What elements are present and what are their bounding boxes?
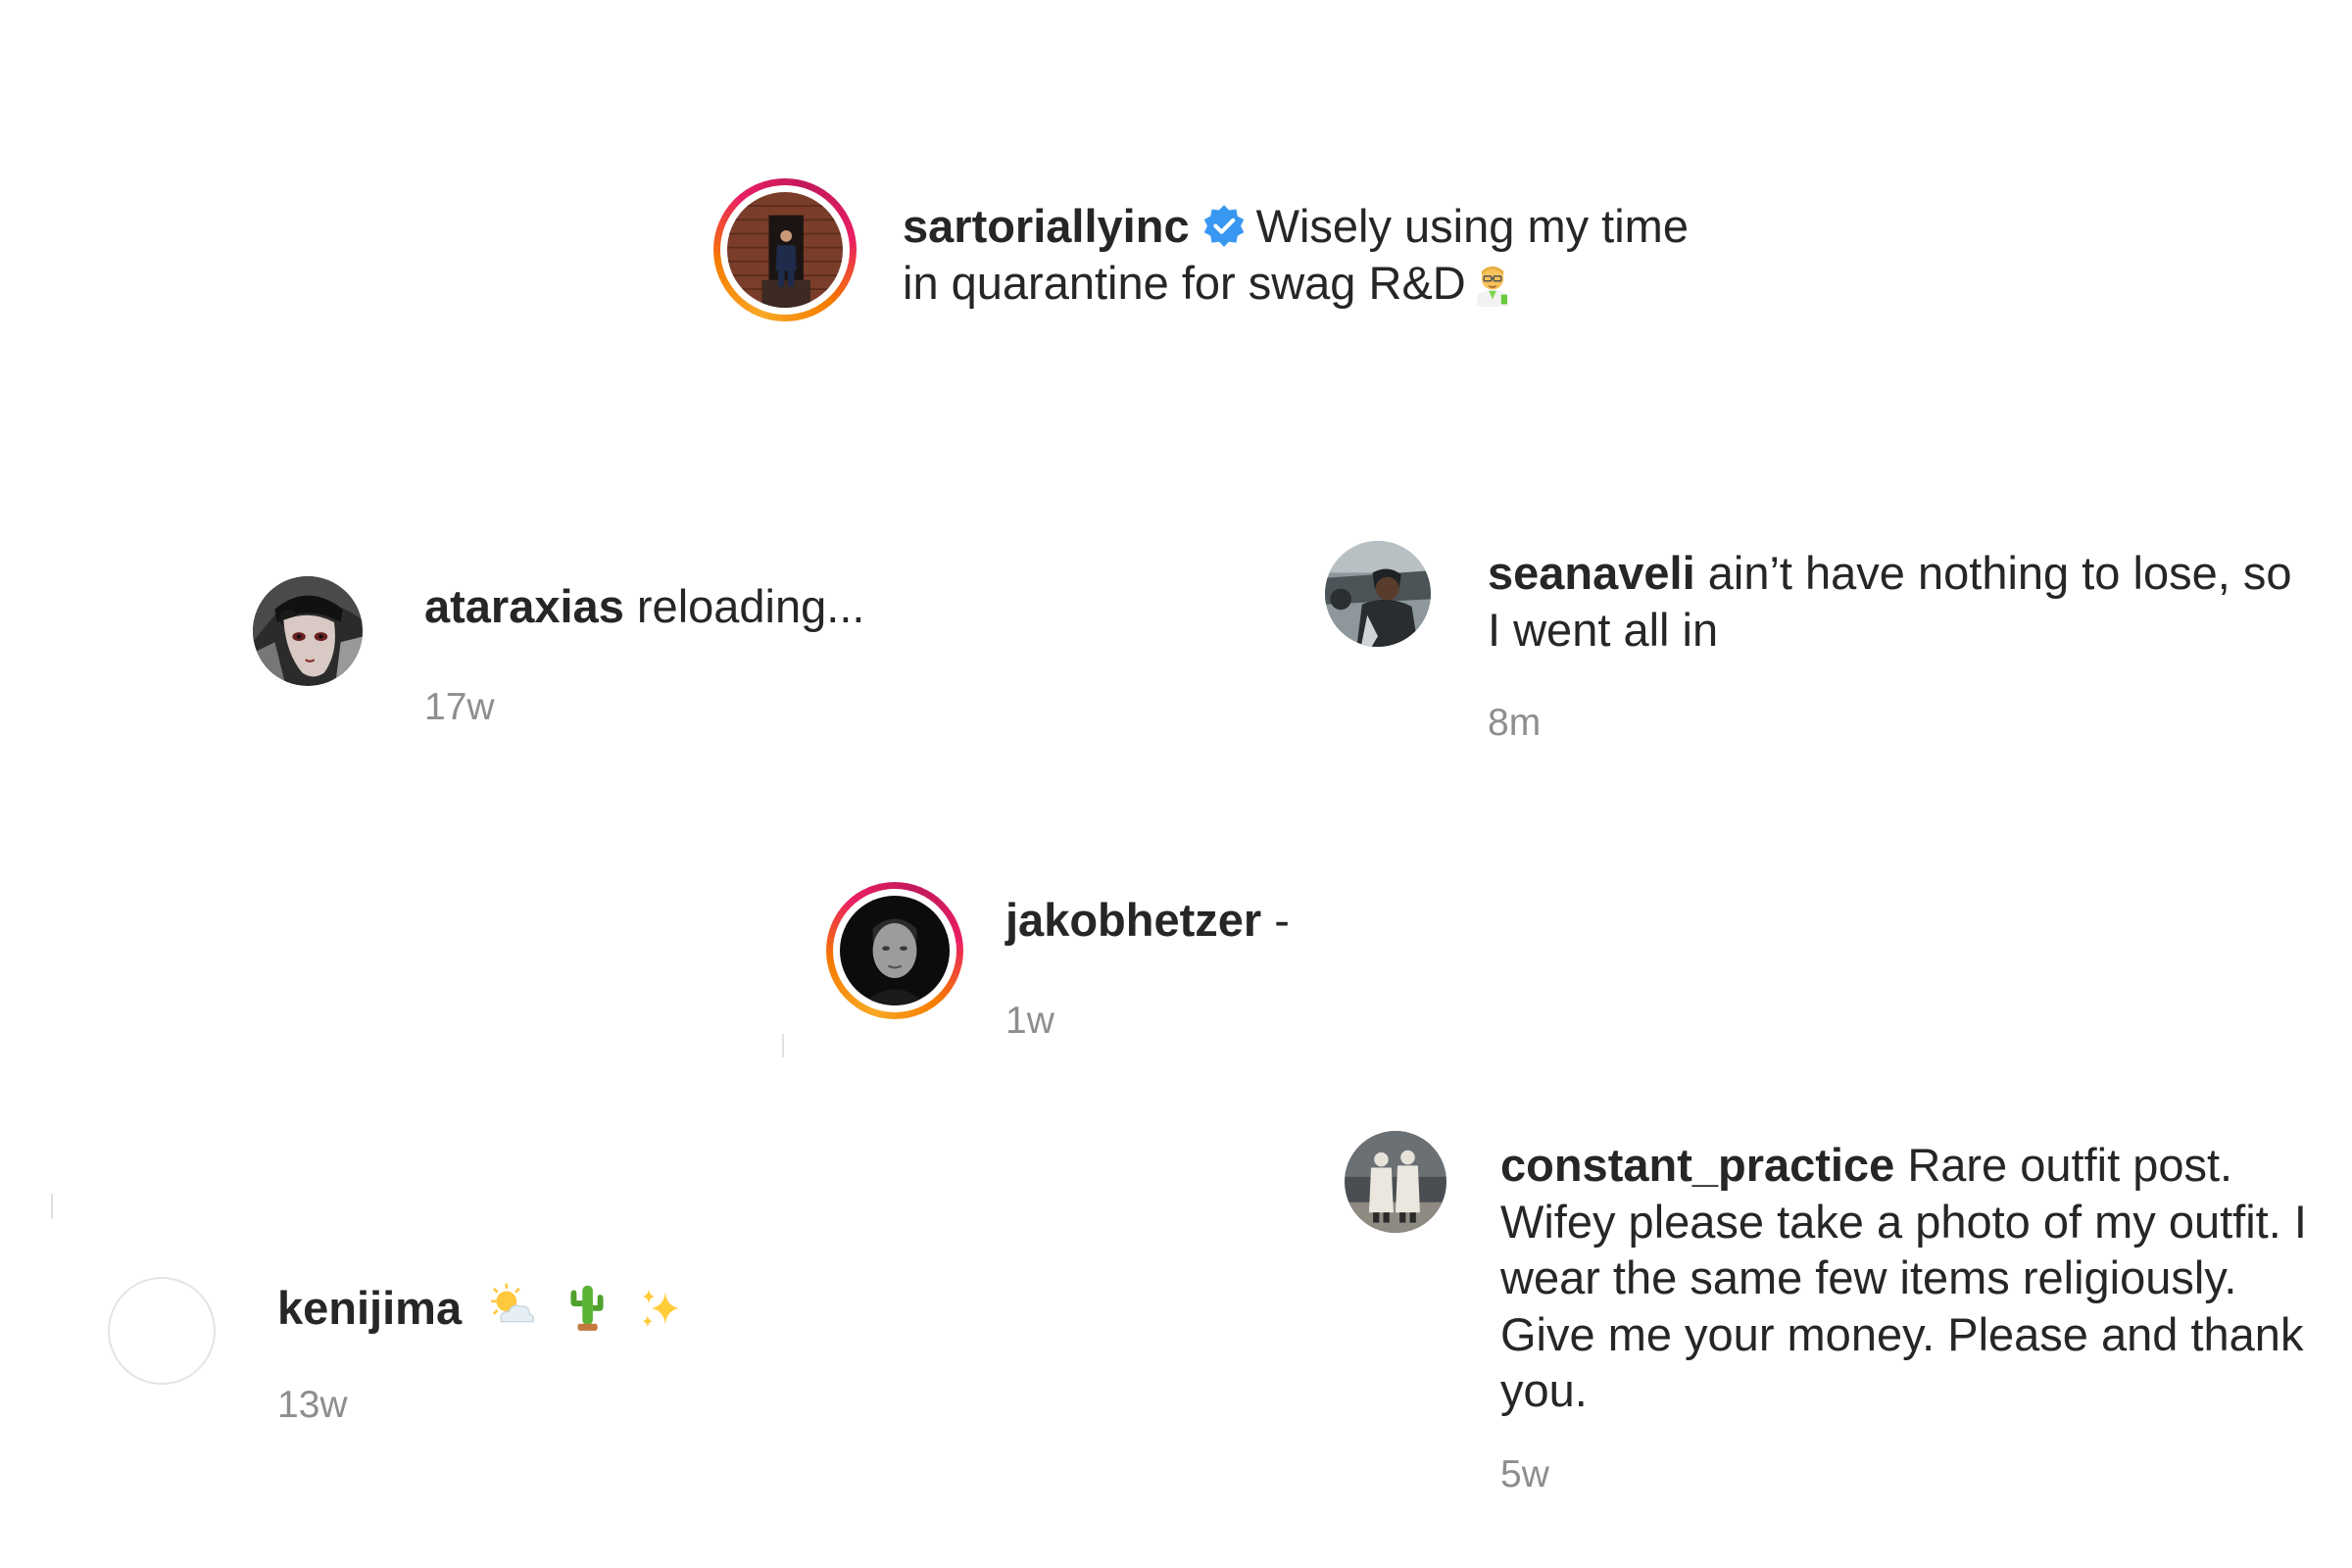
comment-body-line2: I went all in: [1488, 604, 1719, 656]
comment-constant-practice: constant_practice Rare outfit post. Wifey…: [1274, 1107, 2352, 1519]
comment-timestamp[interactable]: 17w: [424, 686, 495, 729]
avatar[interactable]: [840, 896, 950, 1005]
comment-body-line2: Wifey please take a photo of my outfit. …: [1500, 1195, 2307, 1248]
comment-thread: sartoriallyinc Wisely using my time in qua…: [0, 0, 2352, 1568]
avatar[interactable]: [727, 192, 843, 308]
comment-text: jakobhetzer -: [1005, 892, 1358, 949]
sun-behind-cloud-emoji: [486, 1281, 537, 1332]
comment-body-line1: ain’t have nothing to lose, so: [1707, 547, 2292, 599]
comment-body: -: [1274, 894, 1290, 946]
caption-comment: sartoriallyinc Wisely using my time in qua…: [0, 0, 2352, 333]
caption-text: sartoriallyinc Wisely using my time in qua…: [903, 198, 1883, 312]
comment-timestamp[interactable]: 13w: [277, 1384, 348, 1427]
comment-text: seanaveli ain’t have nothing to lose, so…: [1488, 545, 2350, 659]
avatar[interactable]: [108, 1277, 216, 1385]
comment-username[interactable]: kenijima: [277, 1282, 462, 1334]
sparkles-emoji: [637, 1285, 684, 1336]
comment-ataraxias: ataraxias reloading... 17w: [0, 549, 1078, 745]
comment-text: kenijima: [277, 1280, 865, 1337]
divider: [782, 1034, 784, 1057]
divider: [51, 1194, 53, 1219]
comment-timestamp[interactable]: 1w: [1005, 1000, 1054, 1043]
comment-username[interactable]: constant_practice: [1500, 1139, 1894, 1191]
comment-jakobhetzer: jakobhetzer - 1w: [0, 862, 1372, 1078]
man-scientist-emoji: [1468, 258, 1517, 307]
cactus-emoji: [564, 1281, 611, 1332]
caption-line2: in quarantine for swag R&D: [903, 257, 1466, 309]
caption-line1: Wisely using my time: [1255, 200, 1689, 252]
comment-seanaveli: seanaveli ain’t have nothing to lose, so…: [1274, 519, 2352, 764]
comment-username[interactable]: jakobhetzer: [1005, 894, 1261, 946]
comment-body-line5: you.: [1500, 1364, 1588, 1416]
comment-body-line4: Give me your money. Please and thank: [1500, 1307, 2304, 1360]
caption-username[interactable]: sartoriallyinc: [903, 200, 1190, 252]
comment-text: ataraxias reloading...: [424, 578, 1052, 635]
comment-text: constant_practice Rare outfit post. Wifey…: [1500, 1137, 2343, 1419]
avatar[interactable]: [1325, 541, 1431, 647]
verified-badge-icon: [1201, 203, 1247, 248]
comment-body-line3: wear the same few items religiously.: [1500, 1251, 2237, 1303]
avatar[interactable]: [1345, 1131, 1446, 1233]
comment-kenijima: kenijima 13w: [0, 1245, 882, 1460]
comment-username[interactable]: seanaveli: [1488, 547, 1695, 599]
comment-username[interactable]: ataraxias: [424, 580, 624, 632]
comment-body-line1: Rare outfit post.: [1907, 1139, 2233, 1191]
comment-body: reloading...: [636, 580, 865, 632]
comment-timestamp[interactable]: 8m: [1488, 702, 1541, 745]
avatar[interactable]: [253, 576, 363, 686]
comment-timestamp[interactable]: 5w: [1500, 1453, 1549, 1496]
